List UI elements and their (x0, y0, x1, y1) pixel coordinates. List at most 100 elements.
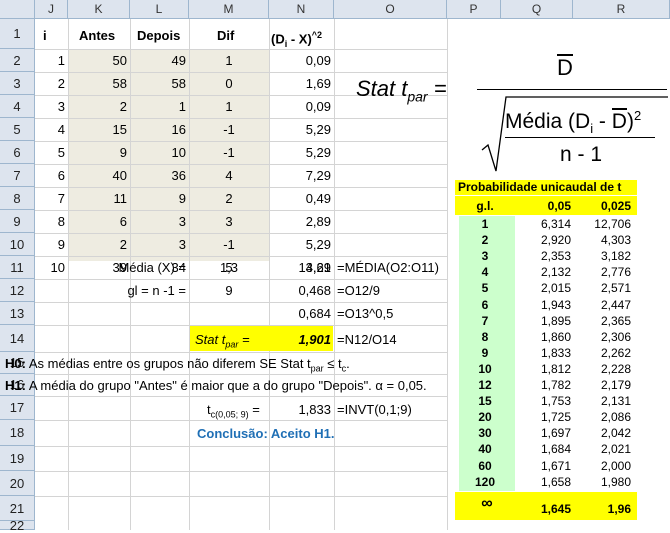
cell-i[interactable]: 8 (35, 210, 68, 233)
cell-squared[interactable]: 1,69 (269, 72, 334, 95)
cell-i[interactable]: 6 (35, 164, 68, 187)
cell-i[interactable]: 2 (35, 72, 68, 95)
prob-b: 2,021 (600, 442, 631, 457)
row-header[interactable]: 11 (0, 256, 35, 279)
cell-squared[interactable]: 0,09 (269, 49, 334, 72)
prob-b: 2,131 (600, 394, 631, 409)
cell-depois[interactable]: 3 (130, 233, 189, 256)
sqrt-formula: =O13^0,5 (337, 306, 394, 321)
corner-cell[interactable] (0, 0, 35, 19)
gl-o-value[interactable]: 0,468 (269, 279, 334, 302)
header-dif: Dif (217, 28, 235, 43)
prob-gl: 120 (474, 474, 496, 489)
cell-dif[interactable]: 1 (189, 95, 269, 118)
prob-a: 6,314 (540, 217, 571, 231)
cell-antes[interactable]: 40 (68, 164, 130, 187)
cell-dif[interactable]: 1 (189, 49, 269, 72)
cell-i[interactable]: 1 (35, 49, 68, 72)
cell-depois[interactable]: 1 (130, 95, 189, 118)
cell-depois[interactable]: 58 (130, 72, 189, 95)
col-header-n[interactable]: N (269, 0, 334, 19)
row-header[interactable]: 5 (0, 118, 35, 141)
cell-squared[interactable]: 5,29 (269, 118, 334, 141)
cell-dif[interactable]: -1 (189, 141, 269, 164)
cell-depois[interactable]: 3 (130, 210, 189, 233)
prob-gl: 8 (481, 329, 489, 344)
row-header[interactable]: 4 (0, 95, 35, 118)
col-header-o[interactable]: O (334, 0, 447, 19)
row-header[interactable]: 6 (0, 141, 35, 164)
stat-value[interactable]: 1,901 (269, 328, 334, 351)
col-header-m[interactable]: M (189, 0, 269, 19)
cell-squared[interactable]: 7,29 (269, 164, 334, 187)
cell-i[interactable]: 4 (35, 118, 68, 141)
cell-depois[interactable]: 10 (130, 141, 189, 164)
cell-antes[interactable]: 11 (68, 187, 130, 210)
cell-antes[interactable]: 50 (68, 49, 130, 72)
row-header[interactable]: 1 (0, 19, 35, 49)
prob-a: 1,782 (540, 378, 571, 392)
sqrt-value[interactable]: 0,684 (269, 302, 334, 325)
col-header-l[interactable]: L (130, 0, 189, 19)
row-header[interactable]: 3 (0, 72, 35, 95)
prob-a: 1,895 (540, 313, 571, 328)
row-header[interactable]: 7 (0, 164, 35, 187)
cell-antes[interactable]: 9 (68, 141, 130, 164)
cell-depois[interactable]: 16 (130, 118, 189, 141)
prob-inf-a: 1,645 (540, 502, 571, 516)
row-header[interactable]: 10 (0, 233, 35, 256)
col-header-j[interactable]: J (35, 0, 68, 19)
row-header[interactable]: 20 (0, 471, 35, 496)
col-header-q[interactable]: Q (501, 0, 573, 19)
cell-antes[interactable]: 6 (68, 210, 130, 233)
row-header[interactable]: 9 (0, 210, 35, 233)
row-header[interactable]: 13 (0, 302, 35, 325)
cell-dif[interactable]: 4 (189, 164, 269, 187)
row-header[interactable]: 18 (0, 420, 35, 446)
cell-dif[interactable]: -1 (189, 118, 269, 141)
cell-depois[interactable]: 49 (130, 49, 189, 72)
col-header-r[interactable]: R (573, 0, 670, 19)
row-header[interactable]: 8 (0, 187, 35, 210)
row-header[interactable]: 19 (0, 446, 35, 471)
cell-depois[interactable]: 36 (130, 164, 189, 187)
row-header[interactable]: 22 (0, 519, 35, 532)
media-n-value[interactable]: 1,3 (189, 256, 269, 279)
cell-squared[interactable]: 2,89 (269, 210, 334, 233)
col-header-p[interactable]: P (447, 0, 501, 19)
cell-antes[interactable]: 15 (68, 118, 130, 141)
cell-squared[interactable]: 5,29 (269, 141, 334, 164)
cell-i[interactable]: 3 (35, 95, 68, 118)
cell-dif[interactable]: 3 (189, 210, 269, 233)
cell-antes[interactable]: 2 (68, 95, 130, 118)
row-header[interactable]: 14 (0, 325, 35, 352)
cell-dif[interactable]: -1 (189, 233, 269, 256)
row-header[interactable]: 2 (0, 49, 35, 72)
header-squared: (Di - X)^2 (271, 30, 323, 49)
cell-antes[interactable]: 58 (68, 72, 130, 95)
tc-value[interactable]: 1,833 (269, 398, 334, 421)
cell-squared[interactable]: 0,09 (269, 95, 334, 118)
cell-i[interactable]: 7 (35, 187, 68, 210)
formula-lhs: Stat tpar = (356, 76, 447, 105)
col-header-k[interactable]: K (68, 0, 130, 19)
row-header[interactable]: 17 (0, 396, 35, 420)
prob-b: 2,000 (600, 458, 631, 473)
cell-i[interactable]: 9 (35, 233, 68, 256)
cell-dif[interactable]: 2 (189, 187, 269, 210)
prob-b: 2,042 (600, 426, 631, 441)
media-o-value[interactable]: 4,21 (269, 256, 334, 279)
gl-formula: =O12/9 (337, 283, 381, 298)
cell-squared[interactable]: 0,49 (269, 187, 334, 210)
gl-n-value[interactable]: 9 (189, 279, 269, 302)
cell-dif[interactable]: 0 (189, 72, 269, 95)
cell-antes[interactable]: 2 (68, 233, 130, 256)
cell-depois[interactable]: 9 (130, 187, 189, 210)
stat-formula: =N12/O14 (337, 332, 397, 347)
cell-squared[interactable]: 5,29 (269, 233, 334, 256)
cell-i[interactable]: 10 (35, 256, 68, 279)
cell-i[interactable]: 5 (35, 141, 68, 164)
prob-gl: 10 (478, 361, 492, 376)
prob-b: 2,365 (600, 313, 631, 328)
row-header[interactable]: 12 (0, 279, 35, 302)
